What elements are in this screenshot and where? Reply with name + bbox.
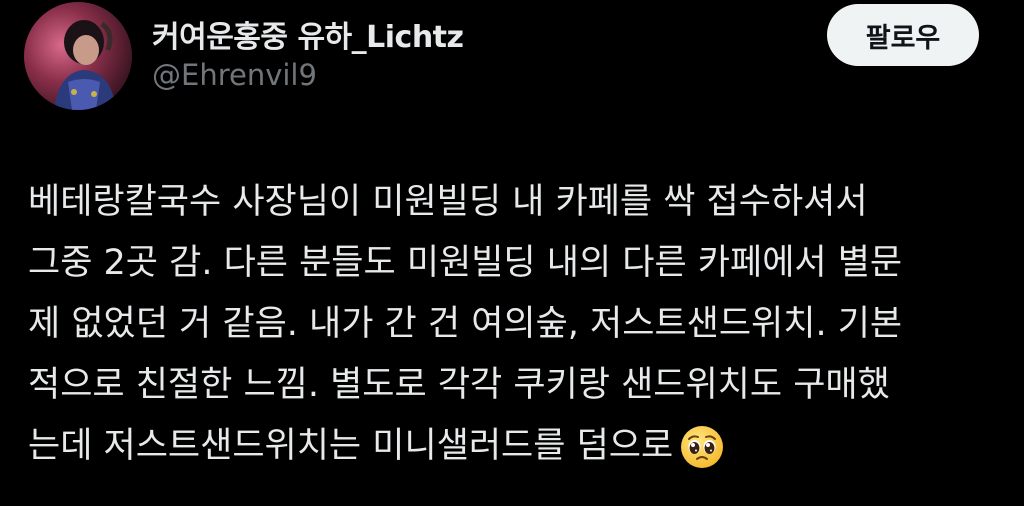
tweet-text: 베테랑칼국수 사장님이 미원빌딩 내 카페를 싹 접수하셔서 그중 2곳 감. … — [28, 172, 1008, 477]
profile-photo-icon — [24, 2, 132, 110]
tweet-text-line: 제 없었던 거 같음. 내가 간 건 여의숲, 저스트샌드위치. 기본 — [28, 304, 903, 344]
tweet-text-line: 그중 2곳 감. 다른 분들도 미원빌딩 내의 다른 카페에서 별문 — [28, 243, 903, 283]
author-name-row[interactable]: 커여운홍중 유하_Lichtz — [152, 12, 464, 56]
tweet-text-line: 베테랑칼국수 사장님이 미원빌딩 내 카페를 싹 접수하셔서 — [28, 182, 868, 222]
author-display-name[interactable]: 커여운홍중 유하_Lichtz — [152, 12, 464, 56]
tweet-card: 커여운홍중 유하_Lichtz @Ehrenvil9 팔로우 베테랑칼국수 사장… — [0, 0, 1024, 506]
pleading-face-emoji-icon — [679, 424, 725, 470]
avatar[interactable] — [24, 2, 132, 110]
tweet-text-line: 는데 저스트샌드위치는 미니샐러드를 덤으로 — [28, 416, 1008, 477]
follow-button[interactable]: 팔로우 — [827, 4, 979, 66]
tweet-text-line: 적으로 친절한 느낌. 별도로 각각 쿠키랑 샌드위치도 구매했 — [28, 365, 890, 405]
author-handle[interactable]: @Ehrenvil9 — [152, 58, 317, 92]
